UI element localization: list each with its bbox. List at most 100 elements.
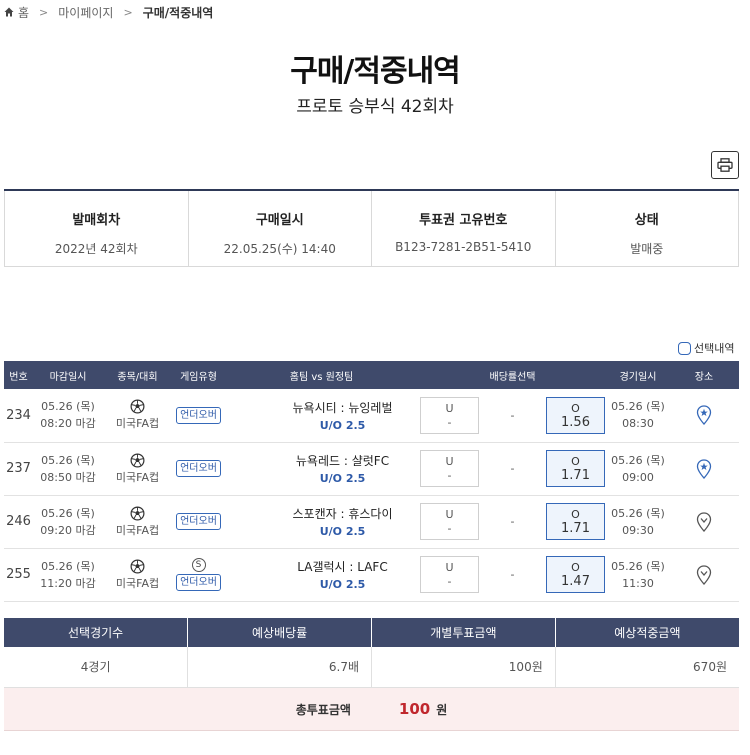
game-time: 09:30: [622, 523, 654, 537]
game-date: 05.26 (목): [611, 506, 665, 520]
game-type-badge: 언더오버: [176, 574, 221, 591]
under-over-line: U/O 2.5: [319, 525, 366, 538]
teams-cell: 뉴욕시티 : 뉴잉레벌 U/O 2.5: [225, 389, 418, 443]
game-type-cell: 언더오버: [172, 495, 225, 549]
over-value: 1.71: [561, 468, 590, 483]
deadline-time: 08:20 마감: [40, 417, 96, 431]
over-label: O: [571, 401, 580, 415]
deadline-date: 05.26 (목): [41, 506, 95, 520]
info-cell-ticket-id: 투표권 고유번호 B123-7281-2B51-5410: [372, 191, 556, 266]
deadline-cell: 05.26 (목) 09:20 마감: [33, 495, 103, 549]
game-number: 255: [4, 548, 33, 602]
match-teams: LA갤럭시 : LAFC: [297, 560, 388, 574]
league-name: 미국FA컵: [115, 523, 160, 537]
chevron-right-icon: >: [123, 5, 133, 19]
col-header: 번호: [4, 361, 33, 389]
over-odds-button[interactable]: O 1.47: [546, 556, 605, 593]
under-odds-button[interactable]: U-: [420, 503, 479, 540]
game-type-cell: 언더오버: [172, 442, 225, 496]
deadline-cell: 05.26 (목) 11:20 마감: [33, 548, 103, 602]
deadline-time: 08:50 마감: [40, 470, 96, 484]
info-value: 2022년 42회차: [54, 242, 138, 256]
under-label: U: [445, 401, 454, 415]
summary-header-cell: 예상배당률: [187, 618, 372, 647]
league-name: 미국FA컵: [115, 417, 160, 431]
match-teams: 뉴욕시티 : 뉴잉레벌: [292, 400, 393, 415]
summary-header: 선택경기수 예상배당률 개별투표금액 예상적중금액: [4, 618, 739, 647]
game-time-cell: 05.26 (목) 09:30: [607, 495, 669, 549]
summary-table: 선택경기수 예상배당률 개별투표금액 예상적중금액 4경기 6.7배 100원 …: [4, 618, 739, 688]
venue-cell: [669, 548, 739, 602]
match-teams: 스포캔자 : 휴스다이: [292, 507, 393, 521]
league-name: 미국FA컵: [115, 470, 160, 484]
away-venue-pin-icon[interactable]: [696, 564, 712, 585]
soccer-ball-icon: [130, 453, 145, 467]
away-venue-pin-icon[interactable]: [696, 511, 712, 532]
over-label: O: [571, 455, 580, 468]
under-odds-button[interactable]: U-: [420, 396, 479, 434]
total-bar: 총투표금액 100 원: [4, 688, 739, 731]
info-value: B123-7281-2B51-5410: [395, 240, 532, 254]
under-value: -: [447, 575, 452, 588]
game-type-badge: 언더오버: [176, 513, 221, 530]
odds-cell: U - - O 1.71: [418, 495, 607, 549]
game-type-cell: 언더오버: [172, 389, 225, 443]
selection-toggle[interactable]: 선택내역: [678, 340, 734, 356]
game-time-cell: 05.26 (목) 08:30: [607, 389, 669, 443]
expected-win-amount: 670원: [555, 647, 739, 688]
game-time: 09:00: [622, 470, 654, 484]
under-value: -: [447, 469, 452, 482]
page-subtitle: 프로토 승부식 42회차: [296, 97, 454, 117]
soccer-ball-icon: [130, 559, 145, 573]
page-title: 구매/적중내역: [290, 54, 461, 89]
under-odds-button[interactable]: U-: [420, 450, 479, 487]
draw-placeholder: -: [510, 515, 515, 528]
over-value: 1.56: [561, 414, 590, 430]
under-label: U: [445, 561, 454, 574]
info-label: 구매일시: [255, 213, 304, 228]
game-number: 237: [4, 442, 33, 496]
col-header: 마감일시: [33, 361, 103, 389]
table-row: 255 05.26 (목) 11:20 마감 미국FA컵 S 언더오버 LA갤럭시 : LA…: [4, 548, 739, 602]
breadcrumb-mypage[interactable]: 마이페이지: [58, 4, 113, 21]
draw-placeholder: -: [510, 408, 515, 422]
under-value: -: [447, 415, 452, 429]
total-unit: 원: [436, 702, 448, 717]
home-venue-pin-icon[interactable]: [696, 405, 712, 426]
odds-cell: U - - O 1.71: [418, 442, 607, 496]
info-value: 발매중: [630, 242, 664, 256]
venue-cell: [669, 495, 739, 549]
under-label: U: [445, 455, 454, 468]
over-odds-button[interactable]: O 1.71: [546, 450, 605, 487]
selected-games-count: 4경기: [4, 647, 189, 688]
over-label: O: [571, 561, 580, 574]
odds-cell: U - - O 1.47: [418, 548, 607, 602]
deadline-date: 05.26 (목): [41, 559, 95, 573]
match-teams: 뉴욕레드 : 샬럿FC: [295, 454, 390, 468]
deadline-cell: 05.26 (목) 08:50 마감: [33, 442, 103, 496]
home-venue-pin-icon[interactable]: [696, 458, 712, 479]
over-odds-button[interactable]: O 1.56: [546, 396, 605, 434]
special-badge: S: [191, 558, 206, 572]
teams-cell: 스포캔자 : 휴스다이 U/O 2.5: [225, 495, 418, 549]
home-icon[interactable]: [4, 7, 14, 17]
under-odds-button[interactable]: U-: [420, 556, 479, 593]
summary-header-cell: 예상적중금액: [555, 618, 739, 647]
over-value: 1.71: [561, 521, 590, 536]
selection-checkbox[interactable]: [678, 341, 691, 355]
deadline-time: 11:20 마감: [40, 576, 96, 590]
col-header: 배당률선택: [418, 361, 607, 389]
print-button[interactable]: [711, 151, 739, 179]
soccer-ball-icon: [130, 399, 145, 414]
breadcrumb-home[interactable]: 홈: [18, 4, 29, 21]
under-over-line: U/O 2.5: [319, 418, 366, 432]
info-label: 상태: [634, 213, 659, 228]
games-table-header: 번호 마감일시 종목/대회 게임유형 홈팀 vs 원정팀 배당률선택 경기일시 …: [4, 361, 739, 389]
table-row: 237 05.26 (목) 08:50 마감미국FA컵 언더오버 뉴욕레드 : 샬럿FC…: [4, 442, 739, 496]
col-header: 경기일시: [607, 361, 669, 389]
game-number: 246: [4, 495, 33, 549]
draw-placeholder: -: [510, 462, 515, 475]
over-odds-button[interactable]: O 1.71: [546, 503, 605, 540]
under-value: -: [447, 522, 452, 535]
info-cell-status: 상태 발매중: [556, 191, 739, 266]
